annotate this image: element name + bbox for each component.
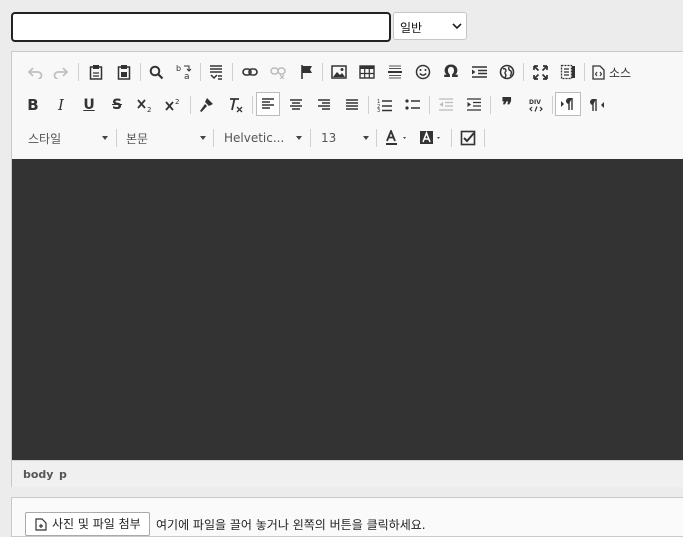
attach-file-icon [35,518,47,531]
svg-text:2: 2 [147,106,151,112]
source-button[interactable]: 소스 [592,60,636,84]
text-direction-rtl-icon[interactable] [586,93,608,117]
svg-text:3: 3 [377,108,380,112]
toolbar-separator [322,63,323,81]
link-icon[interactable] [240,60,260,84]
underline-button[interactable]: U [79,93,99,117]
toolbar-separator [310,129,311,147]
toolbar-separator [484,129,485,147]
chevron-down-icon [363,136,369,140]
chevron-down-icon [296,136,302,140]
file-upload-area[interactable]: 사진 및 파일 첨부 여기에 파일을 끌어 놓거나 왼쪽의 버튼을 클릭하세요. [11,497,683,537]
copy-format-brush-icon[interactable] [196,93,216,117]
redo-icon[interactable] [51,60,71,84]
text-color-icon [386,130,406,145]
toolbar-separator [490,96,491,114]
text-direction-ltr-button[interactable] [555,92,581,116]
align-right-icon[interactable] [314,93,334,117]
align-left-button[interactable] [256,92,280,116]
toolbar-separator [213,129,214,147]
style-combo-label: 스타일 [28,131,62,146]
replace-icon[interactable]: ba [173,60,195,84]
category-selected-value: 일반 [400,21,423,35]
font-combo[interactable]: Helvetic... [224,127,302,149]
anchor-flag-icon[interactable] [297,60,317,84]
align-center-icon[interactable] [286,93,306,117]
superscript-icon[interactable]: 2 [163,93,185,117]
outdent-icon[interactable] [436,93,456,117]
path-item-body[interactable]: body [23,468,53,481]
attach-files-button[interactable]: 사진 및 파일 첨부 [25,512,150,536]
elements-path-bar: body p [12,460,683,487]
path-item-p[interactable]: p [59,468,67,481]
blockquote-icon[interactable]: ❞ [497,93,517,117]
font-size-combo-label: 13 [321,131,337,145]
toolbar-separator [368,96,369,114]
svg-text:a: a [184,72,190,81]
post-title-input[interactable] [11,12,391,42]
div-container-icon[interactable]: DIV [525,93,547,117]
italic-button[interactable]: I [51,93,71,117]
special-char-omega-icon[interactable]: Ω [441,60,461,84]
subscript-icon[interactable]: 2 [135,93,157,117]
source-button-label: 소스 [609,65,632,80]
svg-text:DIV: DIV [529,99,541,106]
background-color-icon [420,130,440,144]
toolbar-separator [523,63,524,81]
unlink-icon[interactable] [268,60,288,84]
style-combo[interactable]: 스타일 [28,127,108,149]
chevron-down-icon [102,136,108,140]
editor-content-area[interactable] [12,159,683,460]
toolbar-separator [252,96,253,114]
toolbar-separator [376,129,377,147]
category-select[interactable]: 일반 [393,12,467,40]
table-icon[interactable] [357,60,377,84]
toolbar-separator [429,96,430,114]
format-combo[interactable]: 본문 [126,127,206,149]
horizontal-rule-icon[interactable] [385,60,405,84]
toolbar-separator [584,63,585,81]
toolbar-separator [78,63,79,81]
indent-icon[interactable] [464,93,484,117]
toolbar-separator [116,129,117,147]
attach-files-button-label: 사진 및 파일 첨부 [52,517,141,531]
paste-from-word-icon[interactable] [114,60,134,84]
svg-text:b: b [176,64,181,73]
toolbar-separator [140,63,141,81]
source-file-icon [592,64,605,80]
iframe-icon[interactable] [469,60,489,84]
toolbar-separator [200,63,201,81]
undo-icon[interactable] [25,60,45,84]
align-left-icon [262,98,274,109]
smiley-icon[interactable] [413,60,433,84]
remove-format-icon[interactable] [225,93,247,117]
paste-icon[interactable] [86,60,106,84]
font-combo-label: Helvetic... [224,131,285,145]
page-break-icon[interactable] [206,60,226,84]
align-justify-icon[interactable] [342,93,362,117]
bold-button[interactable]: B [23,93,43,117]
background-color-button[interactable] [418,126,446,150]
text-color-button[interactable] [384,126,412,150]
toolbar-separator [232,63,233,81]
font-size-combo[interactable]: 13 [321,127,369,149]
numbered-list-icon[interactable]: 123 [375,93,395,117]
chevron-down-icon [452,23,462,30]
image-icon[interactable] [329,60,349,84]
show-blocks-icon[interactable] [558,60,578,84]
format-combo-label: 본문 [126,131,149,146]
svg-text:2: 2 [175,98,179,106]
search-icon[interactable] [146,60,166,84]
strikethrough-button[interactable]: S [107,93,127,117]
bulleted-list-icon[interactable] [403,93,423,117]
upload-hint-text: 여기에 파일을 끌어 놓거나 왼쪽의 버튼을 클릭하세요. [156,518,426,532]
ltr-icon [561,98,573,110]
toolbar-separator [451,129,452,147]
toolbar-separator [552,96,553,114]
globe-icon[interactable] [497,60,517,84]
checkbox-icon[interactable] [458,126,478,150]
maximize-icon[interactable] [530,60,550,84]
toolbar-separator [190,96,191,114]
chevron-down-icon [200,136,206,140]
